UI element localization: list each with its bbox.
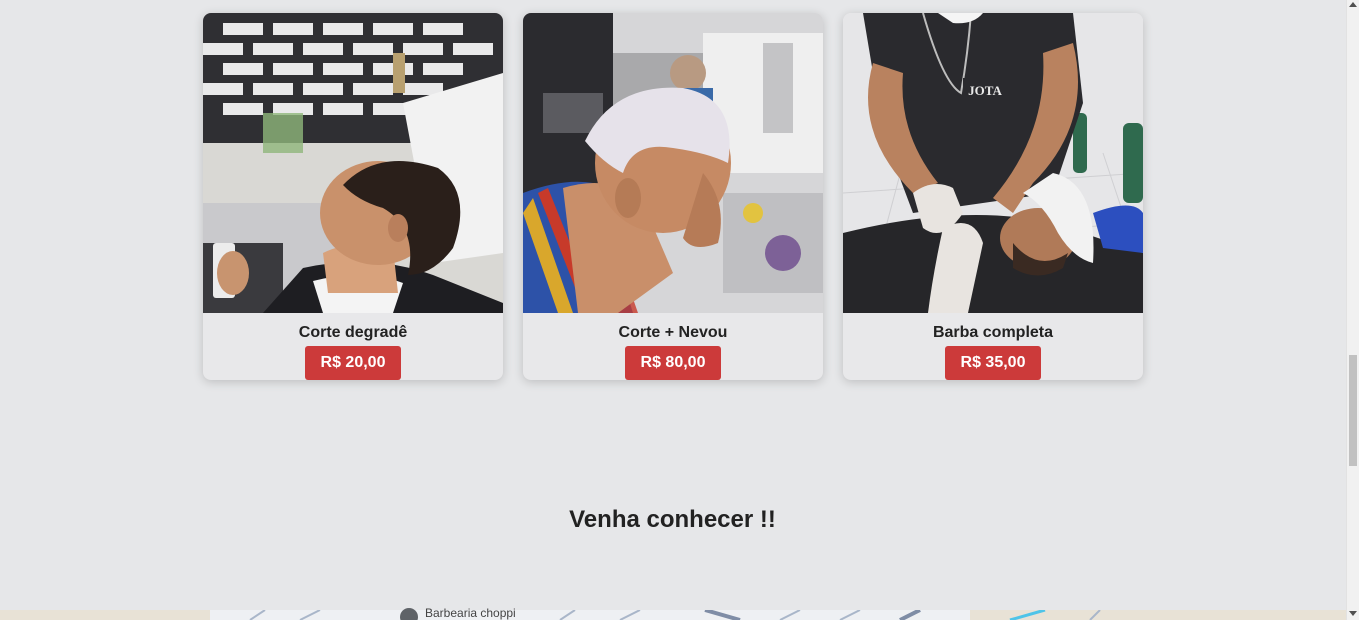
page: Corte degradê R$ 20,00 Corte + Nevou R$ … bbox=[0, 0, 1347, 620]
section-heading: Venha conhecer !! bbox=[569, 506, 776, 533]
price-button[interactable]: R$ 80,00 bbox=[624, 346, 722, 380]
service-name: Barba completa bbox=[932, 324, 1054, 341]
scrollbar-thumb[interactable] bbox=[1349, 355, 1357, 466]
price-button[interactable]: R$ 20,00 bbox=[304, 346, 402, 380]
map-pin-icon[interactable] bbox=[400, 608, 418, 620]
page-scrollbar[interactable] bbox=[1346, 0, 1359, 620]
service-card: Corte degradê R$ 20,00 bbox=[203, 13, 503, 380]
service-card: JOTA Barba completa R$ 35,00 bbox=[843, 13, 1143, 380]
scroll-up-icon[interactable] bbox=[1349, 2, 1357, 7]
service-name: Corte degradê bbox=[298, 324, 408, 341]
scroll-down-icon[interactable] bbox=[1349, 611, 1357, 616]
location-map[interactable] bbox=[0, 610, 1347, 620]
service-card: Corte + Nevou R$ 80,00 bbox=[523, 13, 823, 380]
price-button[interactable]: R$ 35,00 bbox=[944, 346, 1042, 380]
service-name: Corte + Nevou bbox=[618, 324, 728, 341]
service-photo-beard-service: JOTA bbox=[843, 13, 1143, 313]
svg-text:JOTA: JOTA bbox=[968, 83, 1002, 98]
service-photo-bleached-haircut bbox=[523, 13, 823, 313]
map-place-label[interactable]: Barbearia choppi bbox=[425, 606, 516, 620]
services-grid: Corte degradê R$ 20,00 Corte + Nevou R$ … bbox=[203, 13, 1143, 380]
service-photo-fade-haircut bbox=[203, 13, 503, 313]
